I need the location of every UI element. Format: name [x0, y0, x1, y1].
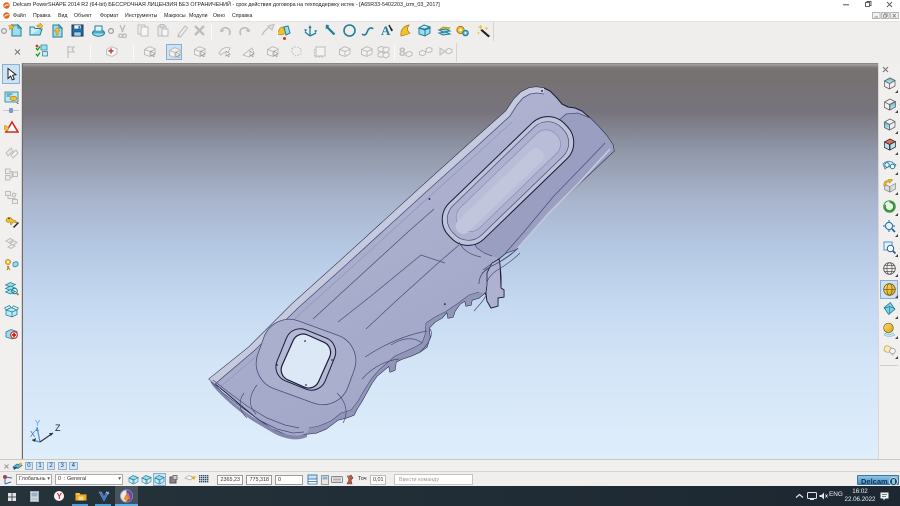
svg-text:Z: Z: [55, 423, 61, 433]
svg-text:8: 8: [399, 45, 406, 59]
svg-text:Y: Y: [35, 419, 41, 428]
svg-text:X: X: [30, 430, 36, 439]
